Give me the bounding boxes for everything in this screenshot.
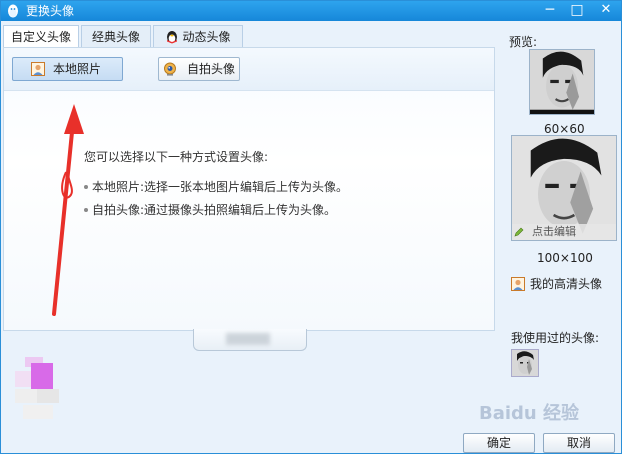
custom-avatar-panel: 本地照片 自拍头像 您可以选择以下一种方式设置头像: 本地照片:选择一张本地图片… [3, 47, 495, 331]
bullet-icon [84, 185, 88, 189]
used-avatars-label: 我使用过的头像: [511, 331, 600, 345]
qq-penguin-icon [167, 31, 178, 44]
title-bar: 更换头像 ─ □ ✕ [1, 1, 621, 21]
panel-collapse-handle[interactable] [193, 329, 307, 351]
preview-sidebar: 预览: 60×60 点击编辑 100×100 我的高清头像 我使用过的头像: [499, 21, 621, 431]
blurred-region [226, 333, 270, 345]
tab-classic-avatar[interactable]: 经典头像 [81, 25, 151, 47]
edit-label: 点击编辑 [532, 225, 576, 238]
webcam-icon [164, 62, 176, 76]
hd-avatar-label: 我的高清头像 [530, 277, 603, 291]
preview-60-image [529, 49, 595, 115]
source-toolbar: 本地照片 自拍头像 [4, 48, 494, 91]
window-title: 更换头像 [26, 4, 75, 18]
edit-overlay[interactable]: 点击编辑 [512, 224, 616, 240]
bullet-icon [84, 208, 88, 212]
avatar-photo [512, 350, 538, 376]
instruction-text: 自拍头像:通过摄像头拍照编辑后上传为头像。 [92, 203, 337, 217]
avatar-type-tabs: 自定义头像 经典头像 动态头像 [3, 25, 243, 48]
qq-penguin-icon [8, 4, 18, 18]
local-photo-label: 本地照片 [53, 62, 102, 76]
avatar-photo [530, 50, 594, 114]
tab-label: 动态头像 [182, 30, 231, 44]
instruction-item: 自拍头像:通过摄像头拍照编辑后上传为头像。 [84, 201, 336, 218]
preview-100-image[interactable]: 点击编辑 [511, 135, 617, 241]
tab-label: 自定义头像 [10, 30, 71, 44]
preview-small-size: 60×60 [544, 122, 585, 136]
minimize-button[interactable]: ─ [539, 1, 561, 21]
maximize-button[interactable]: □ [566, 1, 588, 21]
preview-big-size: 100×100 [537, 251, 593, 265]
preview-label: 预览: [509, 35, 538, 49]
instructions-heading: 您可以选择以下一种方式设置头像: [84, 150, 269, 164]
selfie-button[interactable]: 自拍头像 [158, 57, 240, 81]
tab-label: 经典头像 [91, 30, 140, 44]
person-photo-icon [511, 277, 525, 291]
person-photo-icon [31, 62, 45, 76]
instruction-item: 本地照片:选择一张本地图片编辑后上传为头像。 [84, 178, 348, 195]
used-avatar-thumbnail[interactable] [511, 349, 539, 377]
pixelated-region [15, 357, 61, 419]
selfie-label: 自拍头像 [187, 62, 236, 76]
tab-custom-avatar[interactable]: 自定义头像 [3, 25, 79, 48]
change-avatar-window: 更换头像 ─ □ ✕ 自定义头像 经典头像 动态头像 本地照片 自拍头像 您可以… [0, 0, 622, 454]
instruction-text: 本地照片:选择一张本地图片编辑后上传为头像。 [92, 180, 349, 194]
close-button[interactable]: ✕ [595, 1, 617, 21]
cancel-button[interactable]: 取消 [543, 433, 615, 453]
baidu-watermark: Baidu 经验 [479, 403, 580, 424]
tab-dynamic-avatar[interactable]: 动态头像 [153, 25, 243, 47]
ok-button[interactable]: 确定 [463, 433, 535, 453]
hd-avatar-link[interactable]: 我的高清头像 [511, 275, 602, 292]
pencil-icon [514, 227, 524, 237]
local-photo-button[interactable]: 本地照片 [12, 57, 123, 81]
